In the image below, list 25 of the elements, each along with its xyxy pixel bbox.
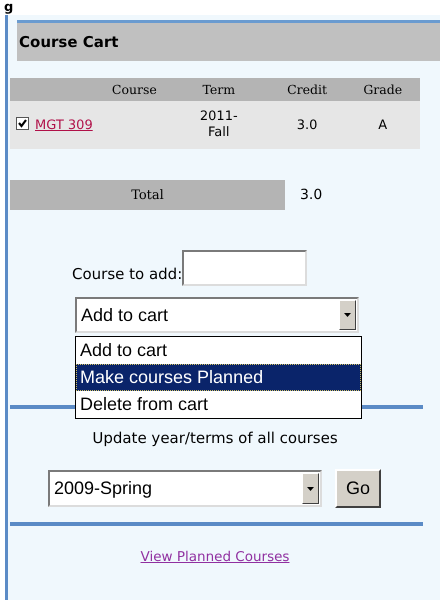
term-select[interactable]: 2009-Spring	[48, 470, 322, 507]
table-cell: A	[378, 118, 388, 132]
page-heading: g	[3, 0, 14, 15]
update-label: Update year/terms of all courses	[91, 429, 339, 447]
total-label: Total	[10, 180, 285, 210]
dropdown-option[interactable]: Delete from cart	[76, 391, 361, 418]
dropdown-option[interactable]: Make courses Planned	[76, 364, 361, 391]
action-select[interactable]: Add to cart	[75, 297, 359, 333]
column-header: Credit	[268, 78, 346, 101]
go-button[interactable]: Go	[335, 469, 381, 508]
dropdown-arrow-icon	[344, 313, 351, 317]
course-link[interactable]: MGT 309	[35, 118, 93, 132]
course-label: Course to add:	[72, 265, 182, 283]
table-cell-text: 2011-Fall	[198, 109, 239, 141]
course-input[interactable]	[182, 250, 308, 286]
total-value: 3.0	[300, 187, 322, 203]
dropdown-option[interactable]: Add to cart	[76, 337, 361, 364]
planned-courses-link[interactable]: View Planned Courses	[140, 549, 290, 565]
table-cell: 3.0	[296, 118, 318, 132]
column-header: Grade	[345, 78, 420, 101]
panel-title: Course Cart	[19, 33, 118, 51]
column-header: Course	[10, 78, 169, 101]
checkbox[interactable]	[16, 117, 29, 130]
column-header: Term	[168, 78, 269, 101]
dropdown-arrow-icon	[307, 486, 314, 490]
